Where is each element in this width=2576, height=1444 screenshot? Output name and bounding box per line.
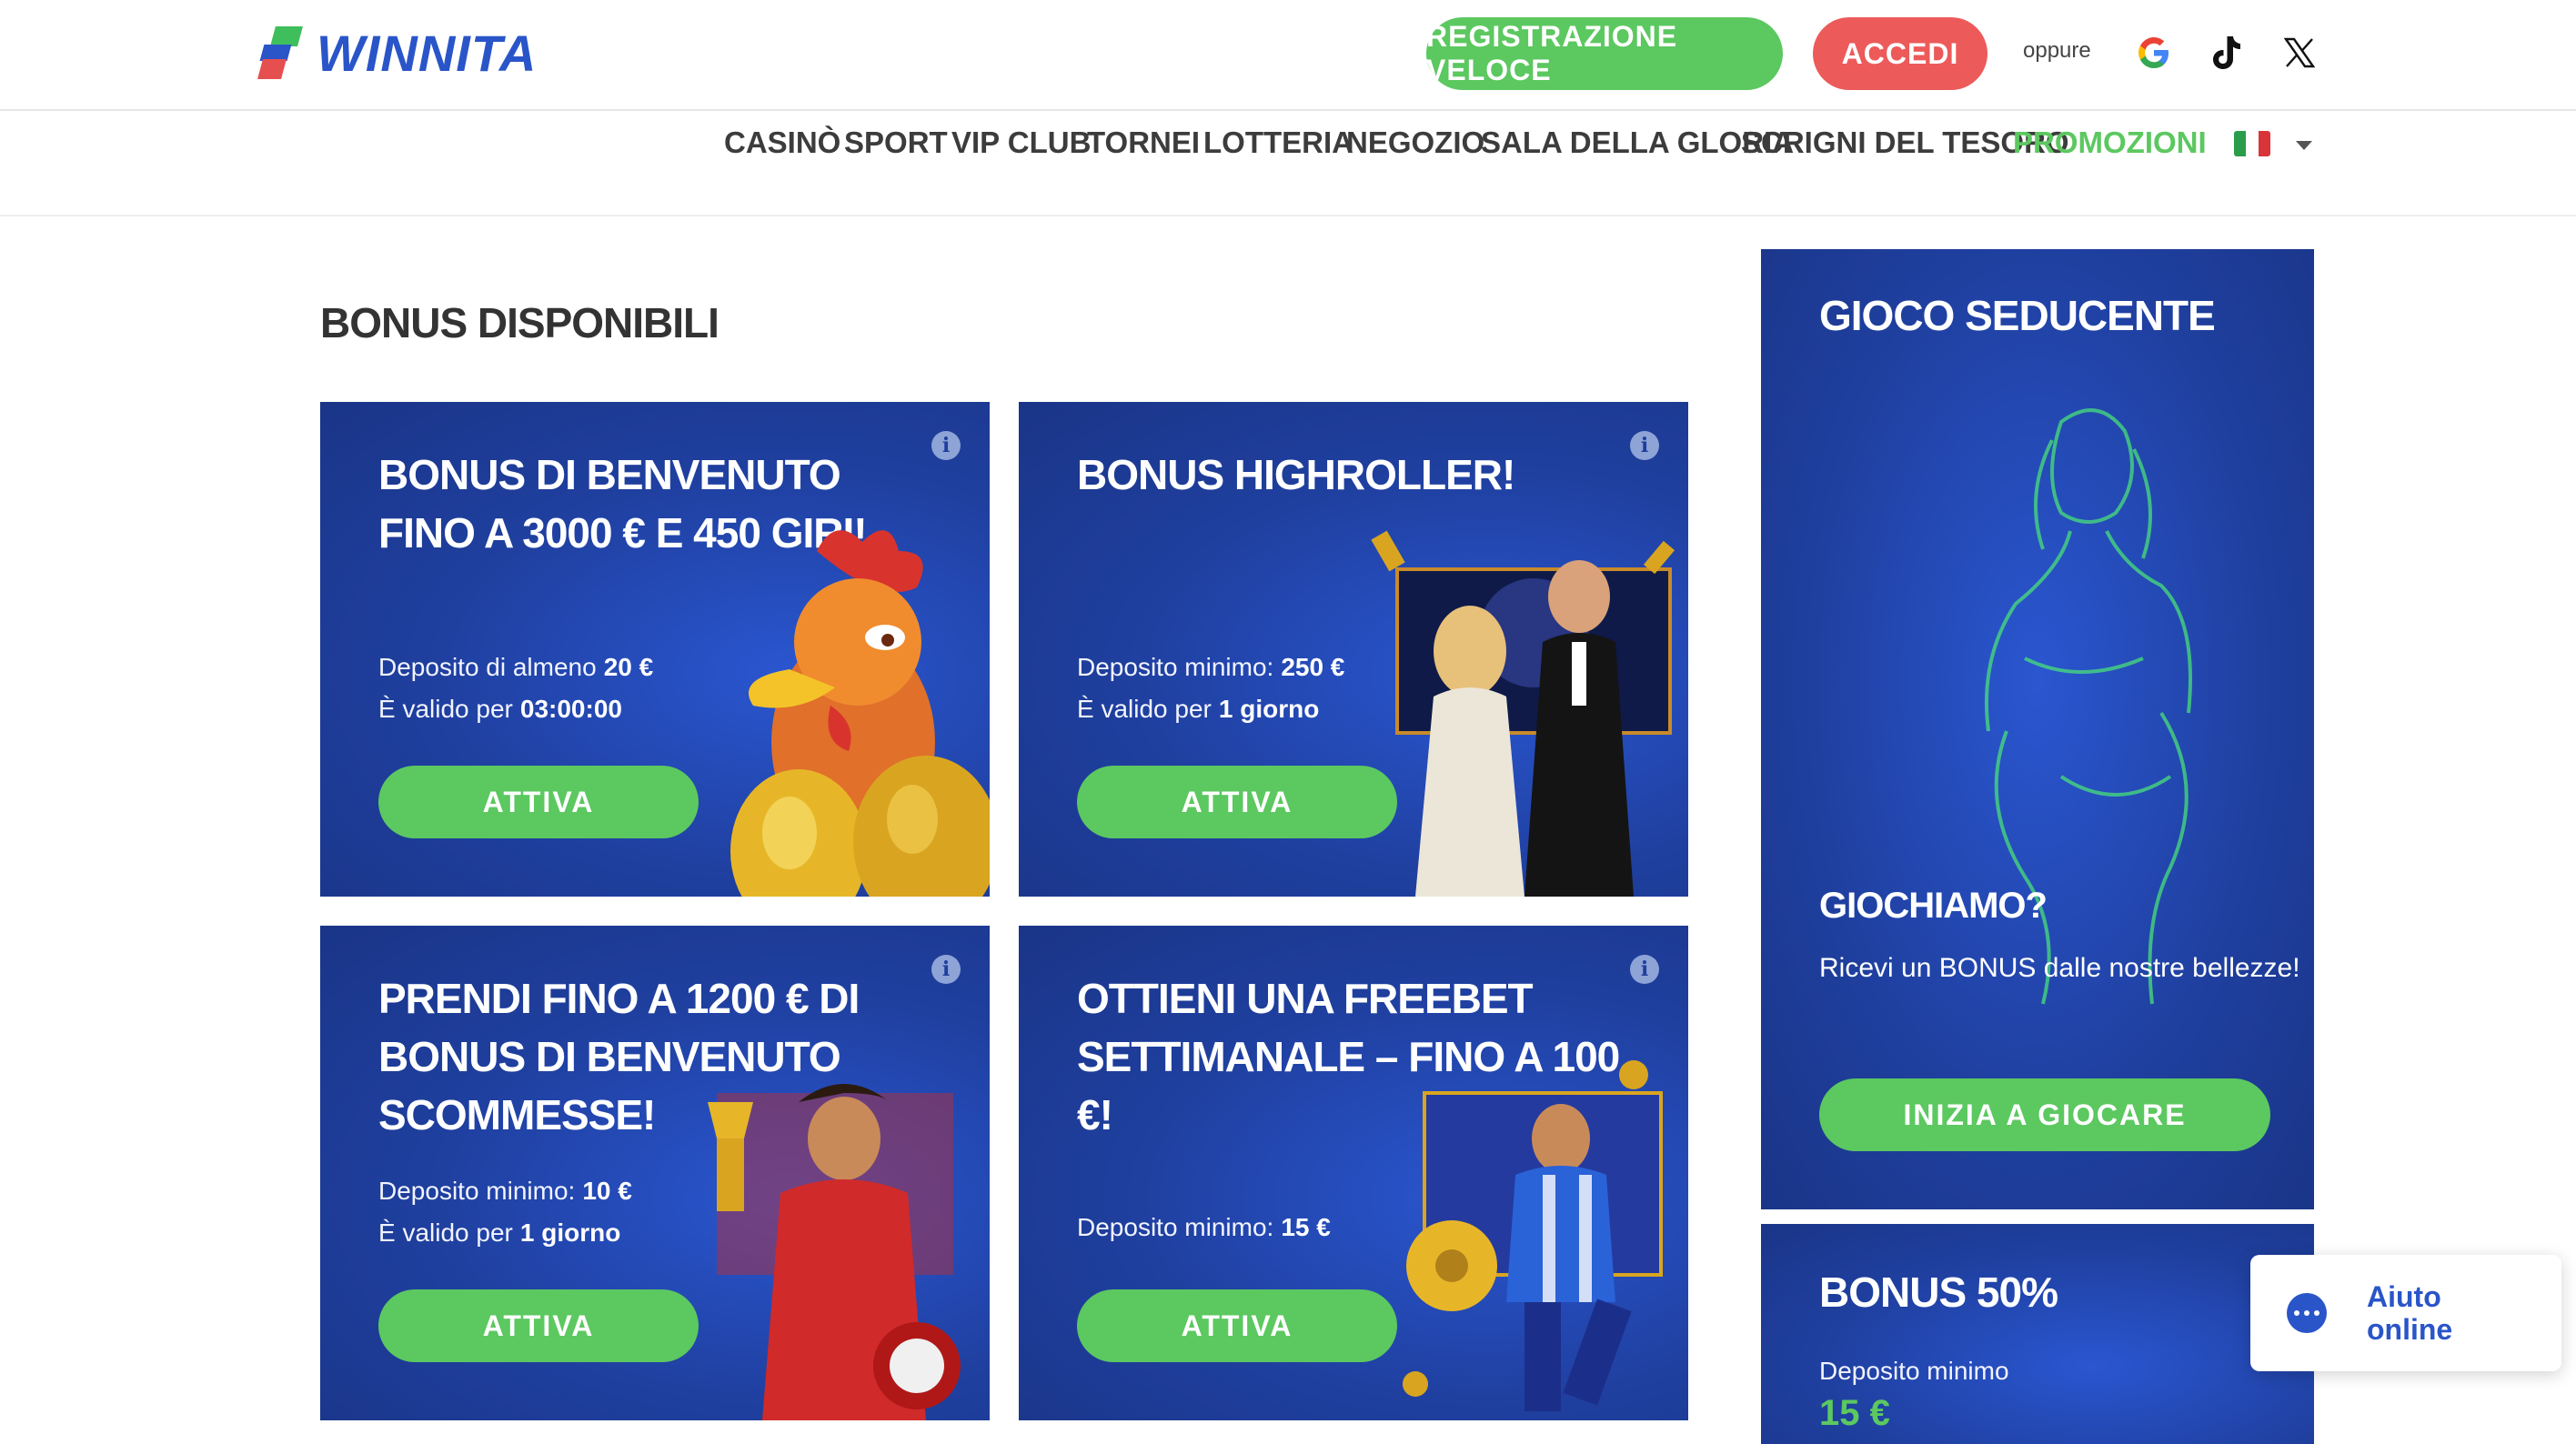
card-deposit-line: Deposito minimo: 15 € bbox=[1077, 1213, 1331, 1242]
section-title: BONUS DISPONIBILI bbox=[320, 299, 719, 346]
card-deposit-line: Deposito di almeno 20 € bbox=[378, 653, 653, 682]
logo-text: WINNITA bbox=[317, 24, 538, 82]
promo-seductive-game: GIOCO SEDUCENTE GIOCHIAMO? Ricevi un BON… bbox=[1761, 249, 2314, 1209]
main-nav: CASINÒ SPORT VIP CLUB TORNEI LOTTERIA NE… bbox=[0, 111, 2576, 216]
deposit-label: Deposito minimo: bbox=[378, 1177, 576, 1205]
deposit-value: 250 € bbox=[1281, 653, 1345, 681]
couple-illustration bbox=[1371, 530, 1675, 897]
validity-value: 1 giorno bbox=[519, 1218, 621, 1247]
nav-item-promozioni[interactable]: PROMOZIONI bbox=[2013, 125, 2207, 160]
deposit-label: Deposito minimo: bbox=[1077, 1213, 1274, 1241]
promo-deposit-amount: 15 € bbox=[1819, 1393, 1890, 1433]
chevron-down-icon[interactable] bbox=[2296, 141, 2312, 150]
nav-item-sport[interactable]: SPORT bbox=[844, 125, 948, 160]
chat-label-line1: Aiuto bbox=[2367, 1280, 2441, 1313]
nav-item-casino[interactable]: CASINÒ bbox=[724, 125, 840, 160]
online-help-widget[interactable]: Aiuto online bbox=[2250, 1255, 2561, 1371]
promo-subtitle: GIOCHIAMO? bbox=[1819, 886, 2048, 926]
deposit-value: 10 € bbox=[582, 1177, 632, 1205]
activate-button[interactable]: ATTIVA bbox=[378, 766, 699, 838]
deposit-label: Deposito di almeno bbox=[378, 653, 597, 681]
promo-deposit-label: Deposito minimo bbox=[1819, 1357, 2009, 1385]
validity-value: 1 giorno bbox=[1218, 695, 1320, 723]
promo-description: Ricevi un BONUS dalle nostre bellezze! bbox=[1819, 953, 2300, 983]
promo-title: BONUS 50% bbox=[1819, 1269, 2058, 1316]
activate-button[interactable]: ATTIVA bbox=[378, 1289, 699, 1362]
top-bar: WINNITA REGISTRAZIONE VELOCE ACCEDI oppu… bbox=[0, 0, 2576, 111]
validity-label: È valido per bbox=[378, 695, 513, 723]
nav-item-vip-club[interactable]: VIP CLUB bbox=[951, 125, 1091, 160]
logo[interactable]: WINNITA bbox=[257, 24, 538, 82]
bonus-card-freebet: i OTTIENI UNA FREEBET SETTIMANALE – FINO… bbox=[1019, 926, 1688, 1420]
deposit-value: 20 € bbox=[603, 653, 654, 681]
login-button[interactable]: ACCEDI bbox=[1813, 17, 1987, 90]
bonus-card-highroller: i BONUS HIGHROLLER! Deposito minimo: 250 … bbox=[1019, 402, 1688, 897]
validity-label: È valido per bbox=[1077, 695, 1212, 723]
deposit-value: 15 € bbox=[1281, 1213, 1331, 1241]
tiktok-icon[interactable] bbox=[2201, 27, 2252, 78]
card-deposit-line: Deposito minimo: 250 € bbox=[1077, 653, 1344, 682]
promo-bonus-50: BONUS 50% Deposito minimo 15 € bbox=[1761, 1224, 2314, 1444]
chat-label: Aiuto online bbox=[2367, 1280, 2452, 1346]
validity-label: È valido per bbox=[378, 1218, 513, 1247]
card-validity-line: È valido per 03:00:00 bbox=[378, 695, 622, 724]
chat-icon bbox=[2287, 1293, 2327, 1333]
validity-value: 03:00:00 bbox=[519, 695, 622, 723]
chat-label-line2: online bbox=[2367, 1313, 2453, 1346]
bonus-card-welcome-casino: i BONUS DI BENVENUTO FINO A 3000 € E 450… bbox=[320, 402, 990, 897]
register-button[interactable]: REGISTRAZIONE VELOCE bbox=[1426, 17, 1783, 90]
start-playing-button[interactable]: INIZIA A GIOCARE bbox=[1819, 1078, 2270, 1151]
nav-item-negozio[interactable]: NEGOZIO bbox=[1346, 125, 1484, 160]
promo-title: GIOCO SEDUCENTE bbox=[1819, 292, 2216, 339]
italy-flag-icon[interactable] bbox=[2234, 131, 2270, 156]
card-validity-line: È valido per 1 giorno bbox=[1077, 695, 1319, 724]
neon-woman-illustration bbox=[1985, 408, 2192, 1005]
football-player-illustration bbox=[1403, 1060, 1663, 1411]
activate-button[interactable]: ATTIVA bbox=[1077, 1289, 1397, 1362]
card-title: BONUS HIGHROLLER! bbox=[1077, 451, 1515, 498]
activate-button[interactable]: ATTIVA bbox=[1077, 766, 1397, 838]
deposit-label: Deposito minimo: bbox=[1077, 653, 1274, 681]
nav-item-lotteria[interactable]: LOTTERIA bbox=[1203, 125, 1353, 160]
nav-item-tornei[interactable]: TORNEI bbox=[1087, 125, 1200, 160]
or-label: oppure bbox=[2023, 38, 2091, 63]
rooster-illustration bbox=[730, 530, 990, 897]
logo-mark-icon bbox=[257, 26, 304, 79]
x-icon[interactable] bbox=[2274, 27, 2325, 78]
google-icon[interactable] bbox=[2128, 27, 2179, 78]
racer-illustration bbox=[708, 1084, 961, 1420]
card-validity-line: È valido per 1 giorno bbox=[378, 1218, 620, 1248]
card-deposit-line: Deposito minimo: 10 € bbox=[378, 1177, 632, 1206]
bonus-card-welcome-sport: i PRENDI FINO A 1200 € DI BONUS DI BENVE… bbox=[320, 926, 990, 1420]
